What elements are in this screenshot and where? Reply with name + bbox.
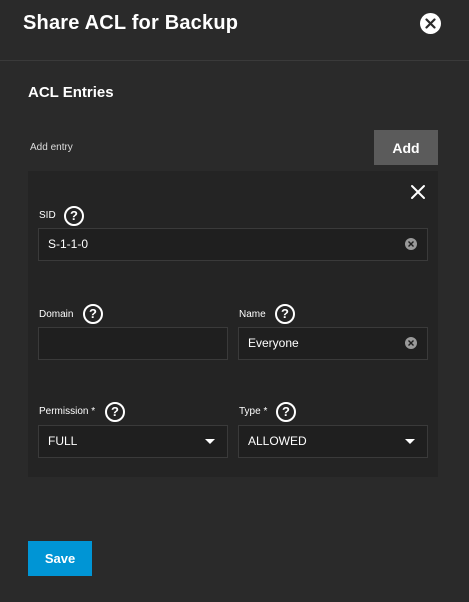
name-value: Everyone [248, 336, 299, 350]
domain-label: Domain [39, 309, 74, 320]
permission-help-icon[interactable]: ? [105, 402, 125, 422]
type-chevron-down-icon [405, 439, 415, 444]
domain-help-icon[interactable]: ? [83, 304, 103, 324]
permission-select[interactable]: FULL [38, 425, 228, 458]
add-entry-button[interactable]: Add [374, 130, 438, 165]
sid-clear-icon[interactable] [405, 238, 417, 250]
sid-label: SID [39, 210, 56, 221]
type-value: ALLOWED [248, 434, 307, 448]
type-label: Type * [239, 406, 268, 417]
save-button[interactable]: Save [28, 541, 92, 576]
name-clear-icon[interactable] [405, 337, 417, 349]
acl-entries-title: ACL Entries [28, 84, 114, 101]
remove-entry-icon[interactable] [410, 184, 426, 200]
type-help-icon[interactable]: ? [276, 402, 296, 422]
close-dialog-icon[interactable] [420, 13, 441, 34]
sid-input[interactable]: S-1-1-0 [38, 228, 428, 261]
name-help-icon[interactable]: ? [275, 304, 295, 324]
permission-value: FULL [48, 434, 78, 448]
name-label: Name [239, 309, 266, 320]
name-input[interactable]: Everyone [238, 327, 428, 360]
permission-label: Permission * [39, 406, 96, 417]
add-entry-label: Add entry [30, 142, 73, 153]
sid-help-icon[interactable]: ? [64, 206, 84, 226]
dialog-title: Share ACL for Backup [23, 12, 239, 34]
sid-value: S-1-1-0 [48, 237, 89, 251]
permission-chevron-down-icon [205, 439, 215, 444]
type-select[interactable]: ALLOWED [238, 425, 428, 458]
dialog-header: Share ACL for Backup [0, 0, 469, 61]
domain-input[interactable] [38, 327, 228, 360]
